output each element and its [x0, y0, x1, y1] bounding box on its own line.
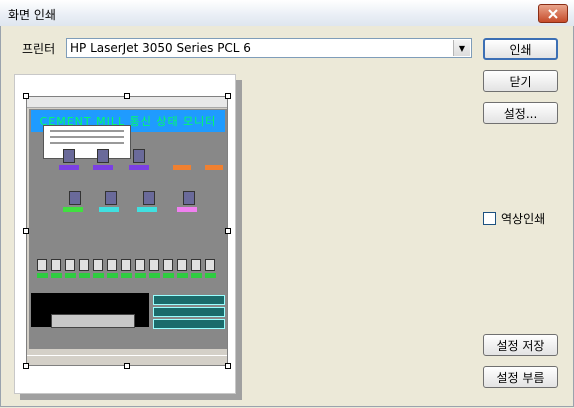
preview-status-row [153, 307, 225, 317]
module-tag [51, 273, 62, 278]
printer-select[interactable]: HP LaserJet 3050 Series PCL 6 ▼ [66, 38, 472, 58]
device-tag [137, 207, 157, 212]
resize-handle[interactable] [23, 228, 29, 234]
module-icon [37, 259, 47, 271]
module-icon [191, 259, 201, 271]
preview-image[interactable]: CEMENT MILL 통신 상태 모니터 [26, 96, 228, 366]
module-tag [177, 273, 188, 278]
module-icon [163, 259, 173, 271]
close-icon [548, 8, 558, 19]
module-tag [135, 273, 146, 278]
device-icon [105, 191, 117, 205]
resize-handle[interactable] [23, 93, 29, 99]
module-icon [121, 259, 131, 271]
module-tag [149, 273, 160, 278]
resize-handle[interactable] [124, 93, 130, 99]
device-icon [69, 191, 81, 205]
preview-workspace: CEMENT MILL 통신 상태 모니터 [29, 109, 227, 349]
module-tag [121, 273, 132, 278]
save-settings-button[interactable]: 설정 저장 [483, 334, 558, 356]
device-tag [129, 165, 149, 170]
title-bar: 화면 인쇄 [0, 0, 574, 27]
module-icon [93, 259, 103, 271]
preview-message-box [51, 314, 135, 328]
module-tag [65, 273, 76, 278]
module-tag [37, 273, 48, 278]
settings-button[interactable]: 설정... [483, 102, 558, 124]
reverse-print-option[interactable]: 역상인쇄 [483, 210, 545, 227]
resize-handle[interactable] [225, 363, 231, 369]
device-icon [143, 191, 155, 205]
reverse-print-label: 역상인쇄 [501, 212, 546, 226]
module-tag [205, 273, 216, 278]
module-tag [79, 273, 90, 278]
device-tag [205, 165, 223, 170]
module-icon [205, 259, 215, 271]
module-tag [163, 273, 174, 278]
device-tag [59, 165, 79, 170]
module-tag [93, 273, 104, 278]
resize-handle[interactable] [23, 363, 29, 369]
device-tag [99, 207, 119, 212]
print-button[interactable]: 인쇄 [483, 38, 558, 60]
resize-handle[interactable] [124, 363, 130, 369]
preview-popup [43, 125, 131, 159]
printer-label: 프린터 [22, 42, 56, 56]
module-icon [177, 259, 187, 271]
module-icon [107, 259, 117, 271]
chevron-down-icon[interactable]: ▼ [453, 40, 470, 56]
device-tag [93, 165, 113, 170]
device-icon [133, 149, 145, 163]
module-icon [65, 259, 75, 271]
device-tag [177, 207, 197, 212]
preview-status-row [153, 319, 225, 329]
resize-handle[interactable] [225, 93, 231, 99]
device-icon [97, 149, 109, 163]
device-icon [183, 191, 195, 205]
module-icon [149, 259, 159, 271]
module-icon [51, 259, 61, 271]
device-tag [173, 165, 191, 170]
load-settings-button[interactable]: 설정 부름 [483, 366, 558, 388]
module-tag [191, 273, 202, 278]
printer-select-value: HP LaserJet 3050 Series PCL 6 [70, 41, 251, 55]
device-tag [63, 207, 83, 212]
close-window-button[interactable] [538, 4, 568, 23]
preview-status-row [153, 295, 225, 305]
module-tag [107, 273, 118, 278]
device-icon [63, 149, 75, 163]
window-title: 화면 인쇄 [8, 8, 56, 22]
module-icon [135, 259, 145, 271]
module-icon [79, 259, 89, 271]
close-button[interactable]: 닫기 [483, 70, 558, 92]
resize-handle[interactable] [225, 228, 231, 234]
reverse-print-checkbox[interactable] [483, 212, 496, 225]
